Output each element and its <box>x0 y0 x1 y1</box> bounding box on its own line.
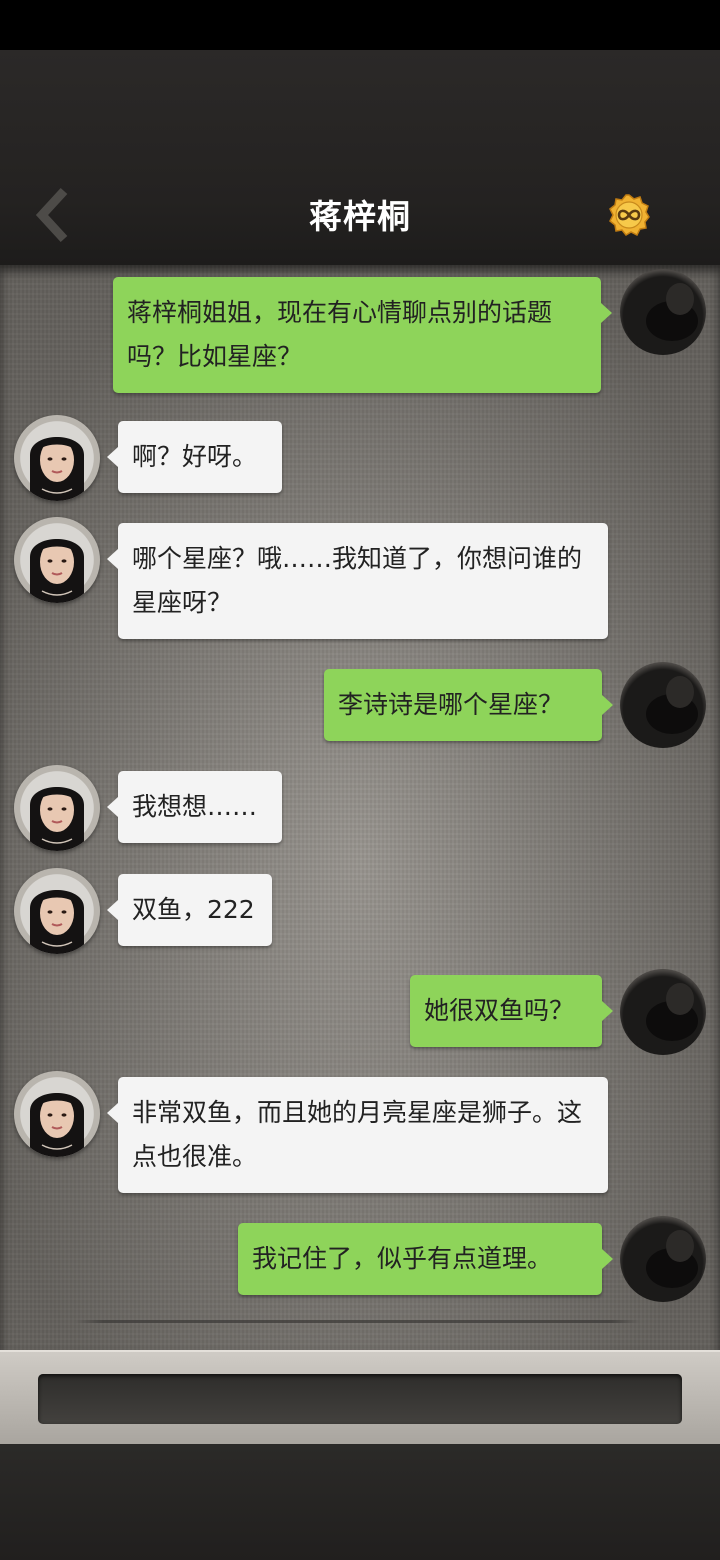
message-text: 蒋梓桐姐姐，现在有心情聊点别的话题吗？比如星座？ <box>127 298 553 371</box>
input-bar <box>0 1350 720 1447</box>
avatar-contact[interactable] <box>14 415 100 501</box>
message-text: 她很双鱼吗？ <box>424 996 575 1025</box>
divider <box>75 1320 640 1323</box>
avatar-contact[interactable] <box>14 765 100 851</box>
chat-area[interactable]: 蒋梓桐姐姐，现在有心情聊点别的话题吗？比如星座？ 啊？好呀。 哪个星座？哦……我… <box>0 265 720 1350</box>
avatar-self[interactable] <box>620 662 706 748</box>
avatar-self[interactable] <box>620 969 706 1055</box>
avatar-contact[interactable] <box>14 1071 100 1157</box>
received-message[interactable]: 哪个星座？哦……我知道了，你想问谁的星座呀？ <box>107 523 608 639</box>
message-text: 双鱼，222 <box>132 895 255 924</box>
avatar-contact[interactable] <box>14 517 100 603</box>
received-message[interactable]: 我想想…… <box>107 771 282 843</box>
message-text: 非常双鱼，而且她的月亮星座是狮子。这点也很准。 <box>132 1098 583 1171</box>
avatar-contact[interactable] <box>14 868 100 954</box>
sent-message[interactable]: 她很双鱼吗？ <box>410 975 613 1047</box>
received-message[interactable]: 非常双鱼，而且她的月亮星座是狮子。这点也很准。 <box>107 1077 608 1193</box>
sent-message[interactable]: 我记住了，似乎有点道理。 <box>238 1223 613 1295</box>
avatar-self[interactable] <box>620 1216 706 1302</box>
sent-message[interactable]: 蒋梓桐姐姐，现在有心情聊点别的话题吗？比如星座？ <box>113 277 612 393</box>
message-text: 李诗诗是哪个星座？ <box>338 690 564 719</box>
bottom-panel <box>0 1445 720 1560</box>
message-text: 我记住了，似乎有点道理。 <box>252 1244 553 1273</box>
message-text: 哪个星座？哦……我知道了，你想问谁的星座呀？ <box>132 544 583 617</box>
status-bar <box>0 0 720 50</box>
chat-header: 蒋梓桐 <box>0 50 720 267</box>
infinity-coin-icon <box>609 194 650 237</box>
received-message[interactable]: 双鱼，222 <box>107 874 272 946</box>
avatar-self[interactable] <box>620 269 706 355</box>
received-message[interactable]: 啊？好呀。 <box>107 421 282 493</box>
message-text: 我想想…… <box>132 792 258 821</box>
message-text: 啊？好呀。 <box>132 442 258 471</box>
coin-button[interactable] <box>608 194 650 237</box>
message-input[interactable] <box>38 1374 682 1424</box>
sent-message[interactable]: 李诗诗是哪个星座？ <box>324 669 613 741</box>
